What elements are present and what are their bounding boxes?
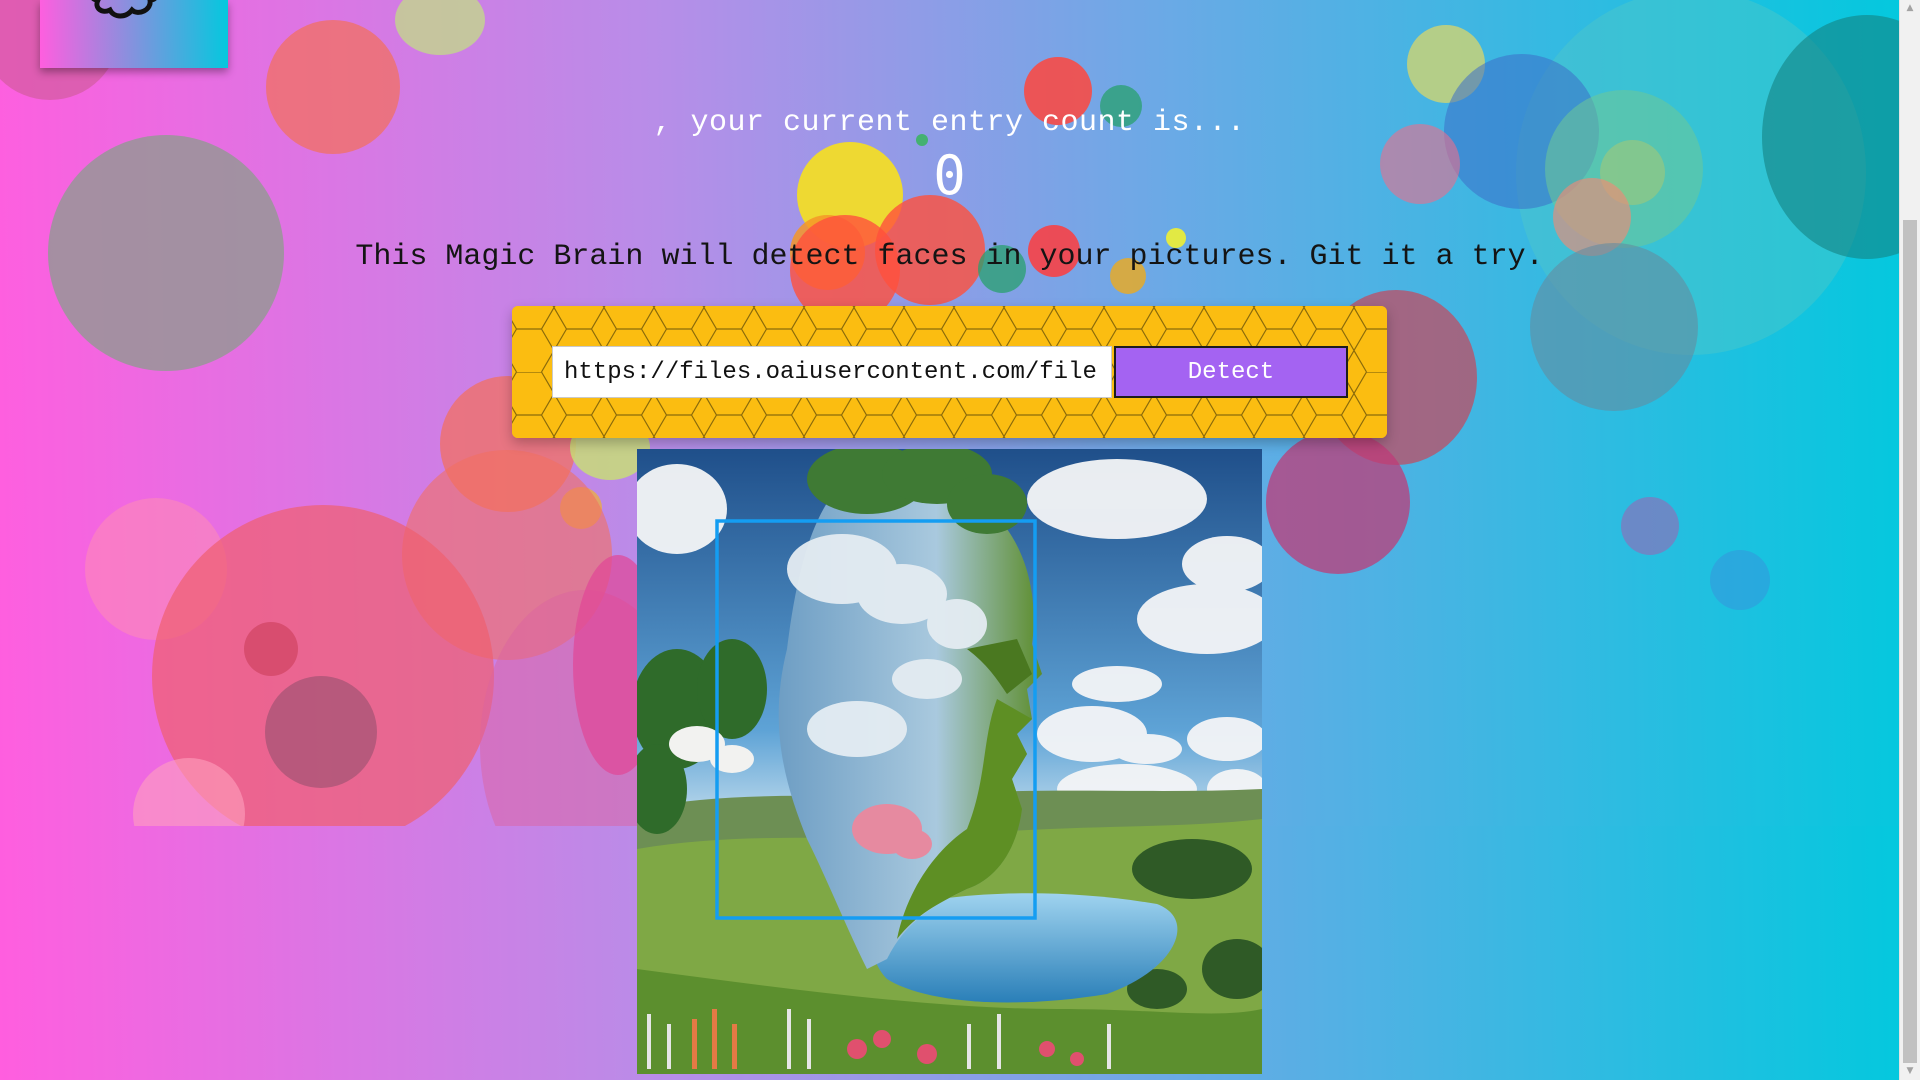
- page-scrollbar[interactable]: ▲ ▼: [1899, 0, 1920, 1080]
- face-detection-result: [627, 444, 1277, 1074]
- decorative-bubble: [1621, 497, 1679, 555]
- brain-icon: [91, 0, 157, 19]
- page-background: , your current entry count is... 0 This …: [0, 0, 1899, 1080]
- decorative-bubble: [265, 676, 377, 788]
- decorative-bubble: [1710, 550, 1770, 610]
- decorative-bubble: [244, 622, 298, 676]
- entry-count-value: 0: [933, 144, 966, 207]
- detect-button[interactable]: Detect: [1114, 346, 1348, 398]
- decorative-bubble: [1266, 430, 1410, 574]
- scroll-up-icon[interactable]: ▲: [1900, 0, 1920, 17]
- scroll-down-icon[interactable]: ▼: [1900, 1063, 1920, 1080]
- logo-card[interactable]: [40, 0, 228, 68]
- face-landscape-image: [627, 444, 1277, 1074]
- app-description: This Magic Brain will detect faces in yo…: [355, 240, 1544, 274]
- decorative-bubble: [395, 0, 485, 55]
- entry-count-greeting: , your current entry count is...: [653, 106, 1246, 140]
- image-link-form: Detect: [512, 306, 1387, 438]
- scrollbar-thumb[interactable]: [1903, 220, 1917, 1063]
- image-url-input[interactable]: [552, 346, 1112, 398]
